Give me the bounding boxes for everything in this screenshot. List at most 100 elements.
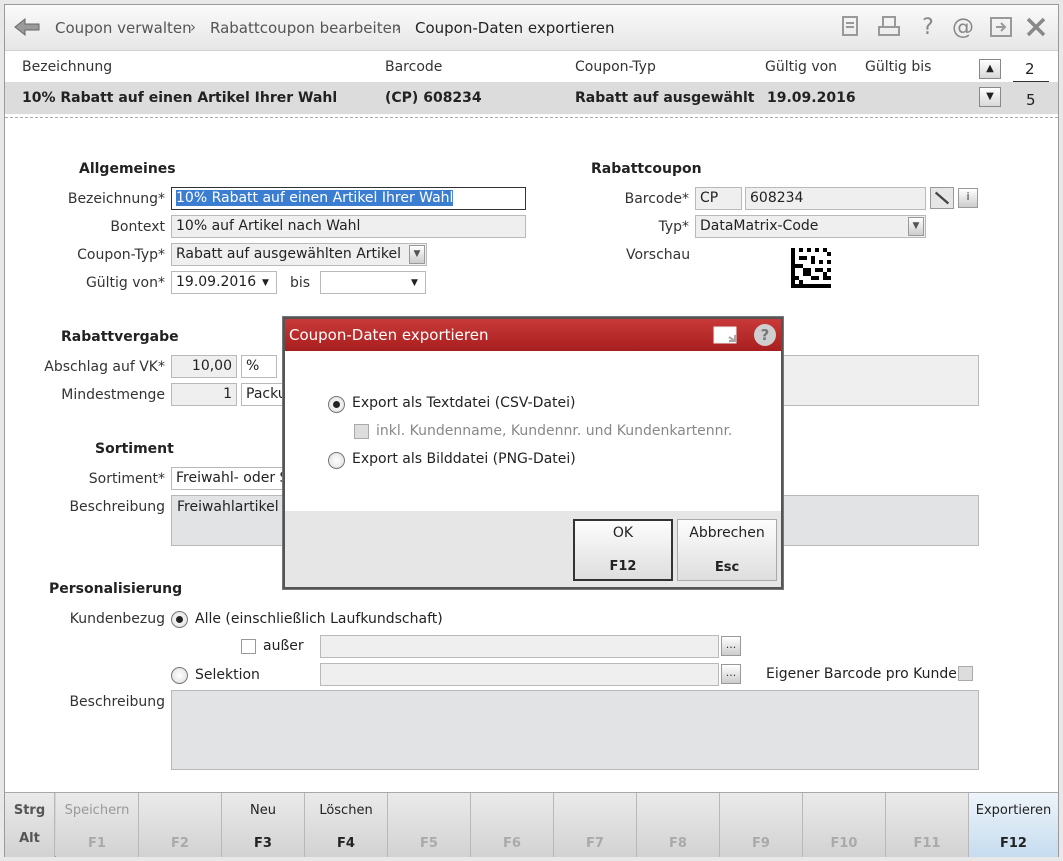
fkey-f2[interactable]: F2 xyxy=(139,793,222,857)
page-current: 2 xyxy=(1025,60,1035,78)
column-header-gueltig-bis[interactable]: Gültig bis xyxy=(865,59,931,75)
close-icon[interactable] xyxy=(1025,16,1047,38)
ausser-browse-button[interactable]: ... xyxy=(721,636,741,656)
fkey-f3[interactable]: Neu F3 xyxy=(222,793,305,857)
coupon-typ-label: Coupon-Typ* xyxy=(77,247,165,263)
inkl-kunden-checkbox xyxy=(354,424,369,439)
section-title-rabattvergabe: Rabattvergabe xyxy=(61,329,179,345)
section-title-sortiment: Sortiment xyxy=(95,441,174,457)
radio-export-png[interactable] xyxy=(328,452,345,469)
breadcrumb-separator: › xyxy=(395,18,401,36)
bezeichnung-input[interactable]: 10% Rabatt auf einen Artikel Ihrer Wahl xyxy=(171,187,526,210)
row-barcode: (CP) 608234 xyxy=(385,90,482,106)
bontext-input[interactable]: 10% auf Artikel nach Wahl xyxy=(171,215,526,238)
radio-alle[interactable] xyxy=(171,611,188,628)
radio-selektion-label: Selektion xyxy=(195,667,260,683)
title-bar: Coupon verwalten › Rabattcoupon bearbeit… xyxy=(5,5,1058,51)
fkey-f9[interactable]: F9 xyxy=(720,793,803,857)
dialog-title: Coupon-Daten exportieren xyxy=(285,319,781,351)
barcode-label: Barcode* xyxy=(624,191,689,207)
page-total: 5 xyxy=(1026,91,1036,109)
fkey-f12-exportieren[interactable]: Exportieren F12 xyxy=(969,793,1058,857)
help-icon[interactable]: ? xyxy=(915,15,941,41)
inkl-kunden-label: inkl. Kundenname, Kundennr. und Kundenka… xyxy=(376,423,733,439)
coupon-typ-select[interactable]: Rabatt auf ausgewählten Artikel xyxy=(171,243,427,266)
radio-export-csv[interactable] xyxy=(328,396,345,413)
fkey-f4[interactable]: Löschen F4 xyxy=(305,793,388,857)
ok-button[interactable]: OK F12 xyxy=(573,519,673,581)
alt-key[interactable]: Alt xyxy=(5,831,54,846)
typ-label: Typ* xyxy=(658,219,689,235)
radio-alle-label: Alle (einschließlich Laufkundschaft) xyxy=(195,611,443,627)
window-icon[interactable] xyxy=(989,16,1013,38)
section-title-allgemeines: Allgemeines xyxy=(79,161,176,177)
row-gueltig-von: 19.09.2016 xyxy=(767,90,856,106)
strg-key[interactable]: Strg xyxy=(5,803,54,818)
mindestmenge-unit-select[interactable]: Packu xyxy=(241,383,287,406)
bontext-label: Bontext xyxy=(110,219,165,235)
ausser-checkbox[interactable] xyxy=(241,639,256,654)
radio-export-csv-label: Export als Textdatei (CSV-Datei) xyxy=(352,395,576,411)
radio-export-png-label: Export als Bilddatei (PNG-Datei) xyxy=(352,451,576,467)
email-icon[interactable]: @ xyxy=(950,15,976,41)
help-icon[interactable]: ? xyxy=(754,324,776,346)
fkey-f1[interactable]: Speichern F1 xyxy=(56,793,139,857)
section-title-rabattcoupon: Rabattcoupon xyxy=(591,161,702,177)
abschlag-input[interactable]: 10,00 xyxy=(171,355,237,378)
export-dialog: Coupon-Daten exportieren ? Export als Te… xyxy=(283,317,783,589)
chevron-down-icon[interactable]: ▼ xyxy=(908,217,924,236)
chevron-down-icon[interactable]: ▼ xyxy=(262,278,269,288)
ausser-input[interactable] xyxy=(320,635,719,658)
personalisierung-beschreibung[interactable] xyxy=(171,690,979,770)
breadcrumb-rabattcoupon-bearbeiten[interactable]: Rabattcoupon bearbeiten xyxy=(210,19,401,37)
eigener-barcode-label: Eigener Barcode pro Kunde xyxy=(766,666,957,682)
dialog-body: Export als Textdatei (CSV-Datei) inkl. K… xyxy=(285,351,781,511)
chevron-down-icon[interactable]: ▼ xyxy=(411,278,418,288)
breadcrumb-current: Coupon-Daten exportieren xyxy=(415,19,615,37)
barcode-input[interactable]: 608234 xyxy=(745,187,926,210)
cancel-button[interactable]: Abbrechen Esc xyxy=(677,519,777,581)
document-icon[interactable] xyxy=(840,15,862,39)
mindestmenge-input[interactable]: 1 xyxy=(171,383,237,406)
print-icon[interactable] xyxy=(877,15,901,39)
column-header-gueltig-von[interactable]: Gültig von xyxy=(765,59,837,75)
chevron-down-icon[interactable]: ▼ xyxy=(409,245,425,264)
sortiment-select[interactable]: Freiwahl- oder S xyxy=(171,467,287,490)
mindestmenge-label: Mindestmenge xyxy=(61,387,165,403)
personalisierung-beschreibung-label: Beschreibung xyxy=(69,694,165,710)
section-title-personalisierung: Personalisierung xyxy=(49,581,183,597)
fkey-f7[interactable]: F7 xyxy=(554,793,637,857)
bezeichnung-label: Bezeichnung* xyxy=(67,191,165,207)
barcode-prefix: CP xyxy=(695,187,742,210)
app-window: Coupon verwalten › Rabattcoupon bearbeit… xyxy=(4,4,1059,857)
fkey-f11[interactable]: F11 xyxy=(886,793,969,857)
fkey-f6[interactable]: F6 xyxy=(471,793,554,857)
eigener-barcode-checkbox[interactable] xyxy=(958,666,973,681)
gueltig-von-label: Gültig von* xyxy=(85,275,165,291)
sortiment-label: Sortiment* xyxy=(88,471,165,487)
info-icon[interactable]: i xyxy=(958,188,978,208)
column-header-barcode[interactable]: Barcode xyxy=(385,59,442,75)
scroll-up-button[interactable]: ▲ xyxy=(979,59,1001,79)
kundenbezug-label: Kundenbezug xyxy=(69,611,165,627)
breadcrumb-coupon-verwalten[interactable]: Coupon verwalten xyxy=(55,19,192,37)
bis-label: bis xyxy=(290,275,311,291)
column-header-bezeichnung[interactable]: Bezeichnung xyxy=(22,59,112,75)
scroll-down-button[interactable]: ▼ xyxy=(979,87,1001,107)
fkey-f8[interactable]: F8 xyxy=(637,793,720,857)
abschlag-unit-select[interactable]: % xyxy=(241,355,277,378)
dialog-footer: OK F12 Abbrechen Esc xyxy=(285,511,781,587)
selektion-input[interactable] xyxy=(320,663,719,686)
edit-pen-icon[interactable] xyxy=(930,187,954,209)
fkey-f5[interactable]: F5 xyxy=(388,793,471,857)
divider xyxy=(5,117,1058,118)
selektion-browse-button[interactable]: ... xyxy=(721,664,741,684)
ausser-label: außer xyxy=(263,638,304,654)
window-icon[interactable] xyxy=(713,325,739,345)
fkey-f10[interactable]: F10 xyxy=(803,793,886,857)
sortiment-beschreibung-label: Beschreibung xyxy=(69,499,165,515)
back-arrow-icon[interactable] xyxy=(11,13,43,41)
radio-selektion[interactable] xyxy=(171,667,188,684)
barcode-typ-select[interactable]: DataMatrix-Code xyxy=(695,215,926,238)
column-header-coupon-typ[interactable]: Coupon-Typ xyxy=(575,59,656,75)
